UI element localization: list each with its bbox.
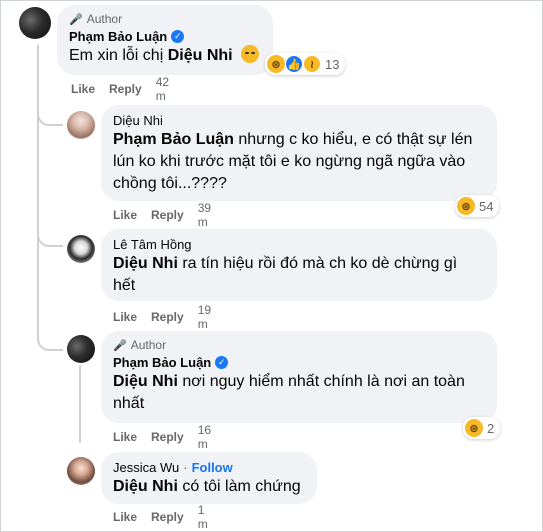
mention-link[interactable]: Diệu Nhi	[113, 255, 178, 272]
comment-text: Phạm Bảo Luận nhưng c ko hiểu, e có thật…	[113, 129, 485, 195]
reply-button[interactable]: Reply	[151, 430, 184, 444]
author-badge: 🎤 Author	[113, 337, 485, 353]
avatar[interactable]	[67, 111, 95, 139]
sad-reaction-icon: ≀	[303, 55, 321, 73]
commenter-name-text[interactable]: Lê Tâm Hồng	[113, 237, 192, 252]
timestamp[interactable]: 1 m	[198, 503, 208, 531]
comment-actions: Like Reply 16 m	[113, 423, 211, 451]
thread-curve-2	[37, 221, 63, 247]
comment-text-line: nhưng c ko hiểu, e có thật sự lén	[238, 131, 473, 148]
thread-curve-3	[37, 321, 63, 351]
thread-line-nested	[79, 365, 81, 443]
author-badge: 🎤 Author	[69, 11, 261, 27]
like-button[interactable]: Like	[113, 510, 137, 524]
comment-text-plain: có tôi làm chứng	[182, 478, 301, 495]
timestamp[interactable]: 19 m	[198, 303, 211, 331]
like-button[interactable]: Like	[113, 430, 137, 444]
avatar[interactable]	[67, 457, 95, 485]
separator-dot: ·	[183, 459, 188, 475]
comment-bubble: 🎤 Author Phạm Bảo Luận ✓ Em xin lỗi chị …	[57, 5, 273, 75]
comment-actions: Like Reply 39 m	[113, 201, 211, 229]
reply-button[interactable]: Reply	[109, 82, 142, 96]
reply-button[interactable]: Reply	[151, 510, 184, 524]
commenter-name[interactable]: Jessica Wu · Follow	[113, 458, 305, 476]
comment-text-line: hết	[113, 277, 136, 294]
reaction-count: 13	[325, 56, 340, 72]
comment-bubble: Diệu Nhi Phạm Bảo Luận nhưng c ko hiểu, …	[101, 105, 497, 201]
commenter-name[interactable]: Phạm Bảo Luận ✓	[69, 27, 261, 45]
avatar[interactable]	[67, 335, 95, 363]
like-button[interactable]: Like	[71, 82, 95, 96]
author-label: Author	[86, 12, 123, 26]
comment-text: Diệu Nhi nơi nguy hiểm nhất chính là nơi…	[113, 371, 485, 415]
comment-text: Diệu Nhi có tôi làm chứng	[113, 476, 305, 498]
comment-text-line: chồng tôi...????	[113, 175, 227, 192]
comment-text-line: lún ko khi trước mặt tôi e ko ngừng ngã …	[113, 153, 466, 170]
timestamp[interactable]: 39 m	[198, 201, 211, 229]
avatar[interactable]	[19, 7, 51, 39]
comment-text-plain: Em xin lỗi chị	[69, 47, 164, 64]
follow-button[interactable]: Follow	[192, 460, 233, 475]
reaction-summary[interactable]: ⊛ 2	[463, 417, 501, 439]
like-button[interactable]: Like	[113, 310, 137, 324]
reaction-summary[interactable]: ⊛ 54	[455, 195, 500, 217]
commenter-name[interactable]: Diệu Nhi	[113, 111, 485, 129]
commenter-name-text[interactable]: Jessica Wu	[113, 460, 179, 475]
haha-reaction-icon: ⊛	[465, 419, 483, 437]
reaction-count: 54	[479, 198, 494, 214]
microphone-icon: 🎤	[113, 339, 127, 352]
comment-actions: Like Reply 19 m	[113, 303, 211, 331]
thread-curve-1	[37, 96, 63, 126]
comment-thread-frame: 🎤 Author Phạm Bảo Luận ✓ Em xin lỗi chị …	[0, 0, 543, 532]
verified-badge-icon: ✓	[171, 29, 185, 43]
commenter-name[interactable]: Lê Tâm Hồng	[113, 235, 485, 253]
commenter-name-text[interactable]: Phạm Bảo Luận	[69, 29, 167, 44]
comment-bubble: Lê Tâm Hồng Diệu Nhi ra tín hiệu rồi đó …	[101, 229, 497, 301]
reply-button[interactable]: Reply	[151, 310, 184, 324]
like-reaction-icon: 👍	[285, 55, 303, 73]
microphone-icon: 🎤	[69, 13, 83, 26]
comment-actions: Like Reply 1 m	[113, 503, 208, 531]
mention-link[interactable]: Phạm Bảo Luận	[113, 131, 234, 148]
haha-reaction-icon: ⊛	[267, 55, 285, 73]
comment-text-line: ra tín hiệu rồi đó mà ch ko dè chừng gì	[182, 255, 458, 272]
author-label: Author	[130, 338, 167, 352]
verified-badge-icon: ✓	[215, 355, 229, 369]
comment-text: Em xin lỗi chị Diệu Nhi	[69, 45, 261, 67]
timestamp[interactable]: 16 m	[198, 423, 211, 451]
timestamp[interactable]: 42 m	[156, 75, 169, 103]
commenter-name[interactable]: Phạm Bảo Luận ✓	[113, 353, 485, 371]
comment-bubble: Jessica Wu · Follow Diệu Nhi có tôi làm …	[101, 452, 317, 504]
like-button[interactable]: Like	[113, 208, 137, 222]
commenter-name-text[interactable]: Diệu Nhi	[113, 113, 163, 128]
thread-line-main	[37, 45, 39, 340]
comment-text: Diệu Nhi ra tín hiệu rồi đó mà ch ko dè …	[113, 253, 485, 297]
comment-text-line: nhất	[113, 395, 145, 412]
mention-link[interactable]: Diệu Nhi	[113, 478, 178, 495]
disappointed-face-emoji	[241, 45, 260, 63]
haha-reaction-icon: ⊛	[457, 197, 475, 215]
reaction-count: 2	[487, 420, 495, 436]
commenter-name-text[interactable]: Phạm Bảo Luận	[113, 355, 211, 370]
mention-link[interactable]: Diệu Nhi	[113, 373, 178, 390]
comment-bubble: 🎤 Author Phạm Bảo Luận ✓ Diệu Nhi nơi ng…	[101, 331, 497, 423]
mention-link[interactable]: Diệu Nhi	[168, 47, 233, 64]
reaction-summary[interactable]: ⊛ 👍 ≀ 13	[265, 53, 346, 75]
comment-text-line: nơi nguy hiểm nhất chính là nơi an toàn	[182, 373, 465, 390]
reply-button[interactable]: Reply	[151, 208, 184, 222]
avatar[interactable]	[67, 235, 95, 263]
comment-actions: Like Reply 42 m	[71, 75, 169, 103]
